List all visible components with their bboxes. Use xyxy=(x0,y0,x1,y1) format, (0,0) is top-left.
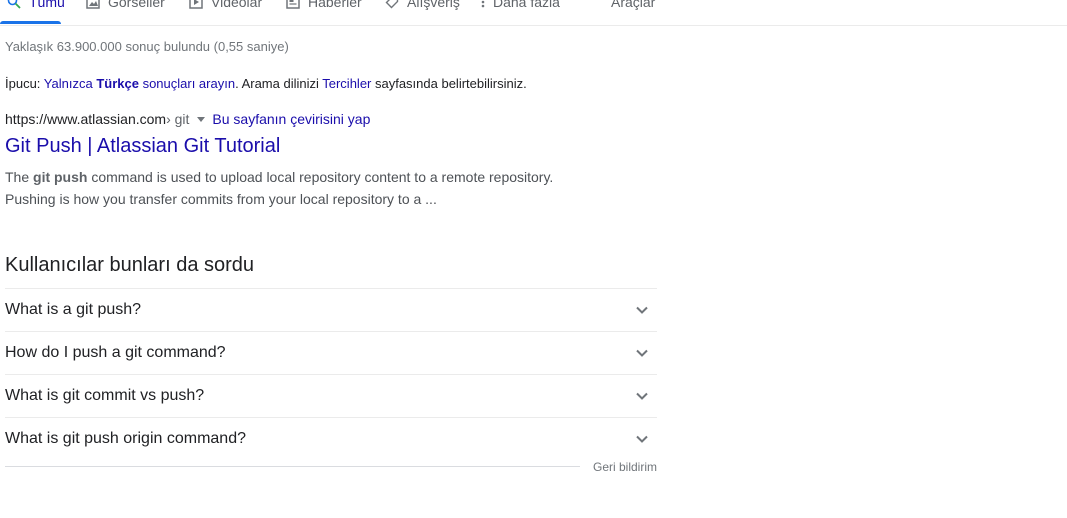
paa-question[interactable]: What is git push origin command? xyxy=(5,418,657,460)
paa-question-text: What is git push origin command? xyxy=(5,430,246,447)
tab-videos[interactable]: Videolar xyxy=(189,0,262,12)
result-stats: Yaklaşık 63.900.000 sonuç bulundu (0,55 … xyxy=(5,39,289,54)
tip-prefix: İpucu: xyxy=(5,76,44,91)
image-icon xyxy=(86,0,100,9)
people-also-ask-heading: Kullanıcılar bunları da sordu xyxy=(5,254,255,276)
search-icon xyxy=(7,0,21,9)
more-vert-icon xyxy=(480,0,486,9)
divider xyxy=(5,466,580,467)
paa-question-text: What is git commit vs push? xyxy=(5,387,205,404)
search-tabs-bar: Tümü Görseller Videolar Haberler Alışver… xyxy=(0,0,1067,26)
paa-question[interactable]: What is git commit vs push? xyxy=(5,375,657,418)
tag-icon xyxy=(385,0,399,9)
translate-page-link[interactable]: Bu sayfanın çevirisini yap xyxy=(212,111,370,127)
tab-news[interactable]: Haberler xyxy=(286,0,362,12)
paa-footer: Geri bildirim xyxy=(5,460,657,476)
result-url[interactable]: https://www.atlassian.com xyxy=(5,111,166,127)
news-icon xyxy=(286,0,300,9)
search-turkish-only-link[interactable]: Yalnızca Türkçe sonuçları arayın xyxy=(44,76,235,91)
tab-more[interactable]: Daha fazla xyxy=(480,0,560,12)
tab-images[interactable]: Görseller xyxy=(86,0,165,12)
result-title-link[interactable]: Git Push | Atlassian Git Tutorial xyxy=(5,135,280,158)
tools-button[interactable]: Araçlar xyxy=(611,0,655,12)
video-icon xyxy=(189,0,203,9)
result-snippet: The git push command is used to upload l… xyxy=(5,169,554,207)
caret-down-icon[interactable] xyxy=(197,116,206,122)
paa-question-text: What is a git push? xyxy=(5,301,142,318)
paa-question[interactable]: What is a git push? xyxy=(5,289,657,332)
chevron-down-icon xyxy=(636,306,648,314)
language-tip: İpucu: Yalnızca Türkçe sonuçları arayın.… xyxy=(5,76,527,91)
tab-label: Daha fazla xyxy=(493,0,560,10)
tab-all[interactable]: Tümü xyxy=(7,0,65,12)
tip-middle: . Arama dilinizi xyxy=(235,76,323,91)
tip-suffix: sayfasında belirtebilirsiniz. xyxy=(371,76,527,91)
paa-question[interactable]: How do I push a git command? xyxy=(5,332,657,375)
snippet-bold-term: git push xyxy=(33,169,88,185)
paa-question-text: How do I push a git command? xyxy=(5,344,226,361)
people-also-ask-list: What is a git push? How do I push a git … xyxy=(5,288,657,460)
tab-shopping[interactable]: Alışveriş xyxy=(385,0,460,12)
active-tab-indicator xyxy=(0,21,61,24)
tab-label: Videolar xyxy=(211,0,263,10)
chevron-down-icon xyxy=(636,435,648,443)
chevron-down-icon xyxy=(636,349,648,357)
feedback-link[interactable]: Geri bildirim xyxy=(593,460,657,474)
preferences-link[interactable]: Tercihler xyxy=(322,76,371,91)
tab-label: Alışveriş xyxy=(407,0,460,10)
tab-label: Haberler xyxy=(308,0,362,10)
tab-label: Görseller xyxy=(108,0,165,10)
chevron-down-icon xyxy=(636,392,648,400)
tab-label: Tümü xyxy=(29,0,65,10)
tab-label: Araçlar xyxy=(611,0,656,10)
result-breadcrumb: https://www.atlassian.com › git Bu sayfa… xyxy=(5,111,370,127)
result-path: › git xyxy=(166,111,190,127)
tip-bold-language: Türkçe xyxy=(96,76,139,91)
